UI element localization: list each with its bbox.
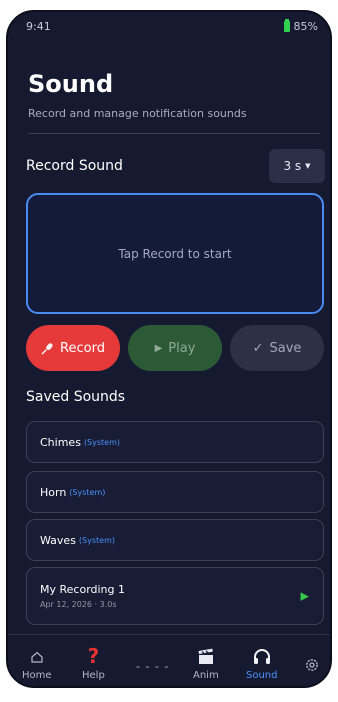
check-icon: ✓	[252, 340, 264, 356]
system-tag: (System)	[69, 487, 106, 497]
divider	[28, 133, 320, 134]
recording-panel-text: Tap Record to start	[118, 246, 232, 261]
system-tag: (System)	[78, 535, 115, 545]
home-icon	[31, 651, 43, 663]
sound-name: Horn	[40, 485, 67, 499]
tab-label: Anim	[193, 670, 219, 681]
duration-select[interactable]: 3 s ▼	[269, 149, 325, 183]
tab-help[interactable]: ? Help	[82, 644, 105, 681]
status-time: 9:41	[26, 19, 51, 33]
tab-home[interactable]: Home	[22, 647, 52, 681]
battery-level: 85%	[293, 19, 318, 33]
recording-name: My Recording 1	[40, 583, 126, 596]
play-button[interactable]: ▶ Play	[128, 325, 222, 371]
recording-date: Apr 12, 2026 · 3.0s	[40, 600, 117, 609]
tab-sound[interactable]: Sound	[246, 647, 278, 681]
saved-section-title: Saved Sounds	[26, 389, 126, 405]
record-section-title: Record Sound	[26, 158, 123, 174]
tab-more[interactable]: - - - -	[136, 660, 169, 673]
tab-settings[interactable]	[304, 657, 320, 673]
clapper-icon	[198, 648, 213, 664]
play-button-label: Play	[168, 340, 196, 356]
play-recording-icon[interactable]: ▶	[301, 590, 309, 603]
sound-item-my-recording[interactable]: My Recording 1 Apr 12, 2026 · 3.0s ▶	[26, 567, 324, 625]
tab-label: Help	[82, 670, 105, 681]
sound-item-horn[interactable]: Horn (System)	[26, 471, 324, 513]
record-button[interactable]: Record	[26, 325, 120, 371]
system-tag: (System)	[83, 437, 121, 447]
question-icon: ?	[87, 644, 100, 668]
chevron-down-icon: ▼	[305, 162, 311, 170]
headphones-icon	[253, 649, 270, 664]
sound-item-waves[interactable]: Waves (System)	[26, 519, 324, 561]
tab-label: Home	[22, 670, 52, 681]
sound-name: Waves	[40, 533, 76, 547]
page-title: Sound	[28, 70, 114, 98]
phone-screen: 9:41 85% Sound Record and manage notific…	[6, 10, 332, 688]
microphone-icon	[41, 342, 53, 354]
page-subtitle: Record and manage notification sounds	[28, 107, 247, 120]
recording-panel: Tap Record to start	[26, 193, 324, 314]
duration-value: 3 s	[283, 159, 302, 173]
play-icon: ▶	[154, 342, 163, 354]
save-button-label: Save	[269, 340, 302, 356]
tab-anim[interactable]: Anim	[193, 647, 219, 681]
settings-gear-icon	[306, 659, 318, 671]
battery-icon	[283, 18, 290, 32]
status-bar: 9:41 85%	[8, 12, 330, 40]
sound-name: Chimes	[40, 435, 81, 449]
bottom-tab-bar: Home ? Help - - - - Anim Sound	[8, 634, 330, 686]
record-button-label: Record	[60, 340, 105, 356]
more-dots-icon: - - - -	[136, 660, 170, 673]
save-button[interactable]: ✓ Save	[230, 325, 324, 371]
sound-item-chimes[interactable]: Chimes (System)	[26, 421, 324, 463]
tab-label: Sound	[246, 670, 278, 681]
